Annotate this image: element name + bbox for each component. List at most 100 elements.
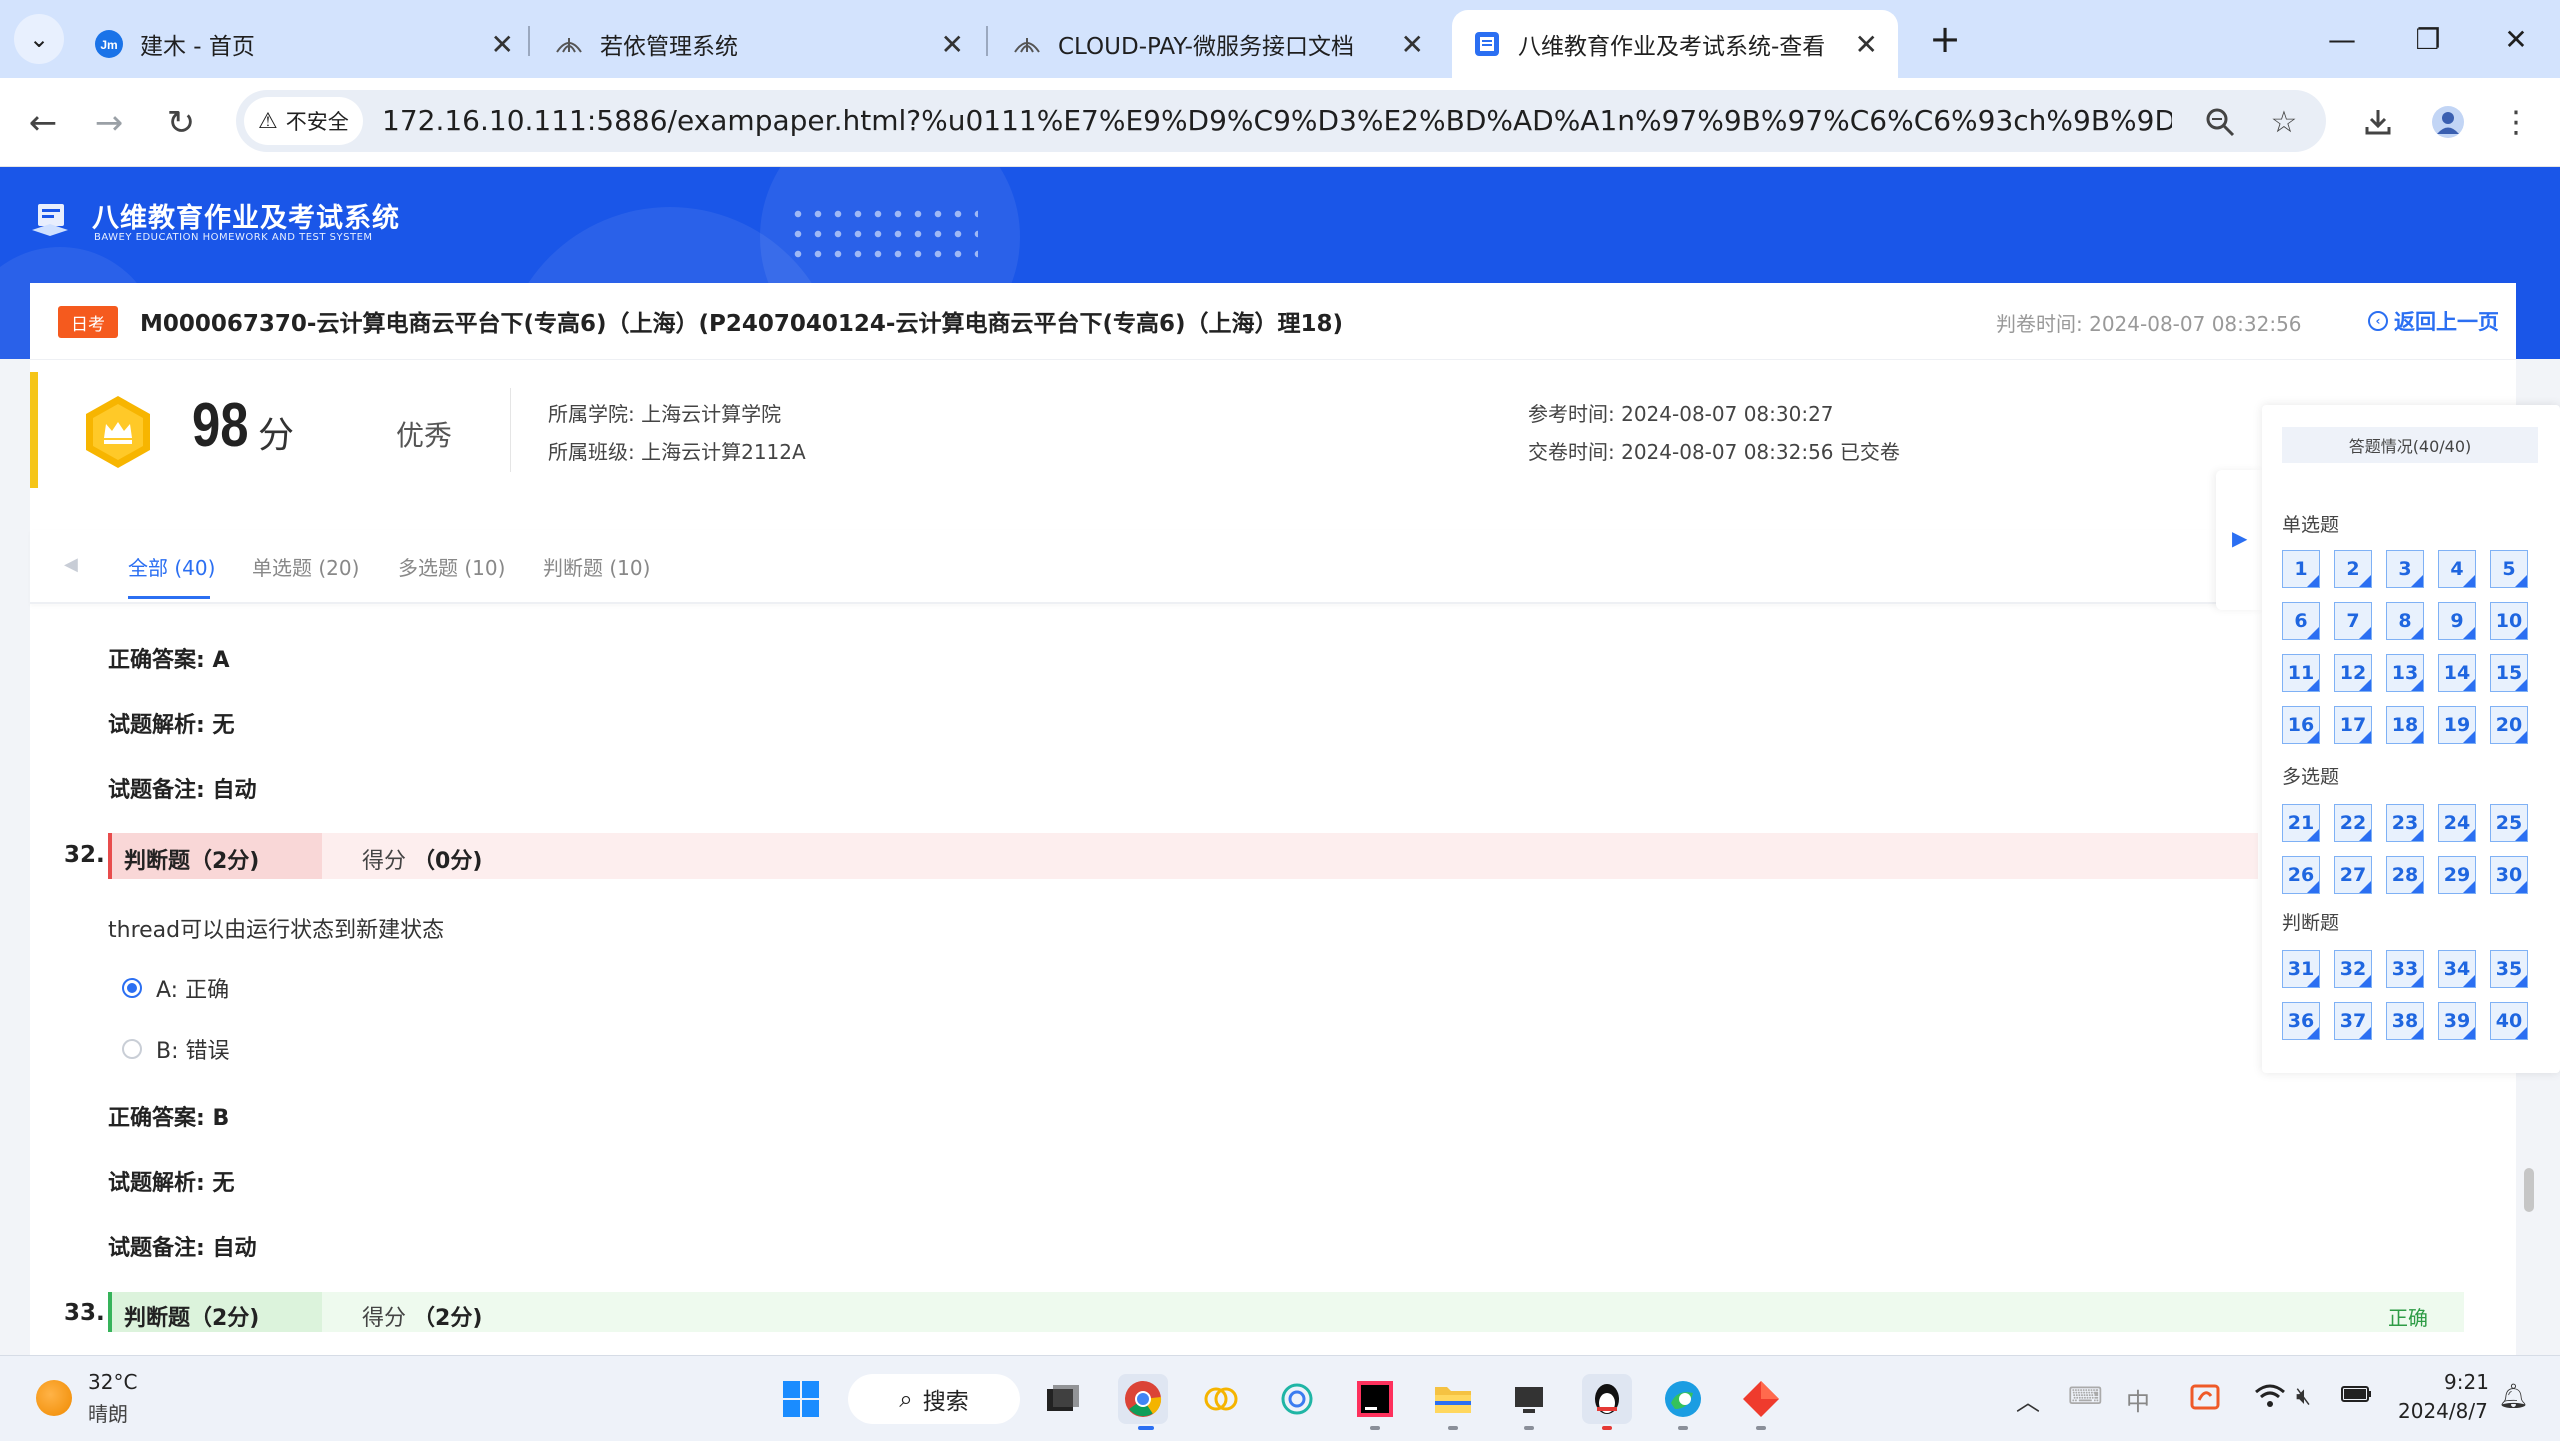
close-tab-icon[interactable]: ✕ <box>491 28 514 61</box>
show-hidden-icons-chevron-icon[interactable]: ︿ <box>2016 1382 2040 1417</box>
url-text[interactable]: 172.16.10.111:5886/exampaper.html?%u0111… <box>382 99 2172 143</box>
wifi-icon[interactable] <box>2254 1382 2286 1416</box>
sun-weather-icon[interactable] <box>36 1380 72 1416</box>
answer-sheet-number-36[interactable]: 36 <box>2282 1002 2320 1040</box>
answer-sheet-number-6[interactable]: 6 <box>2282 602 2320 640</box>
answer-sheet-number-28[interactable]: 28 <box>2386 856 2424 894</box>
answer-sheet-number-32[interactable]: 32 <box>2334 950 2372 988</box>
app-tray-icon[interactable] <box>2190 1382 2220 1418</box>
close-tab-icon[interactable]: ✕ <box>1855 28 1878 61</box>
answer-sheet-number-35[interactable]: 35 <box>2490 950 2528 988</box>
tab-single-choice[interactable]: 单选题 (20) <box>252 552 359 581</box>
answer-sheet-number-38[interactable]: 38 <box>2386 1002 2424 1040</box>
answer-sheet-number-2[interactable]: 2 <box>2334 550 2372 588</box>
page-scrollbar-thumb[interactable] <box>2524 1168 2534 1212</box>
back-arrow-icon[interactable]: ← <box>18 98 68 148</box>
answer-sheet-number-27[interactable]: 27 <box>2334 856 2372 894</box>
tab-prev-arrow-icon[interactable]: ◀ <box>64 554 78 575</box>
windows-start-icon[interactable] <box>776 1374 826 1424</box>
volume-muted-icon[interactable]: 🔇︎ <box>2296 1382 2311 1410</box>
answer-sheet-number-26[interactable]: 26 <box>2282 856 2320 894</box>
download-icon[interactable] <box>2352 96 2404 148</box>
notification-icon[interactable]: 🔔︎ <box>2498 1382 2528 1410</box>
answer-sheet-number-37[interactable]: 37 <box>2334 1002 2372 1040</box>
answer-sheet-number-34[interactable]: 34 <box>2438 950 2476 988</box>
ime-language[interactable]: 中 <box>2126 1382 2150 1417</box>
option-a[interactable]: A: 正确 <box>122 972 229 1004</box>
answer-sheet-number-7[interactable]: 7 <box>2334 602 2372 640</box>
answer-sheet-number-13[interactable]: 13 <box>2386 654 2424 692</box>
answer-sheet-number-19[interactable]: 19 <box>2438 706 2476 744</box>
app-spiral-icon[interactable] <box>1272 1374 1322 1424</box>
task-view-icon[interactable] <box>1038 1374 1088 1424</box>
answer-sheet-number-17[interactable]: 17 <box>2334 706 2372 744</box>
tab-true-false[interactable]: 判断题 (10) <box>543 552 650 581</box>
browser-tab-ruoyi[interactable]: 若依管理系统 ✕ <box>534 10 984 78</box>
app-rings-icon[interactable] <box>1196 1374 1246 1424</box>
answer-sheet-number-10[interactable]: 10 <box>2490 602 2528 640</box>
answer-sheet-number-9[interactable]: 9 <box>2438 602 2476 640</box>
answer-sheet-number-31[interactable]: 31 <box>2282 950 2320 988</box>
answer-sheet-number-22[interactable]: 22 <box>2334 804 2372 842</box>
battery-icon[interactable] <box>2340 1382 2374 1412</box>
taskbar-search[interactable]: ⌕ 搜索 <box>848 1374 1020 1424</box>
tab-search-dropdown-icon[interactable]: ⌄ <box>14 14 64 64</box>
answer-sheet-number-24[interactable]: 24 <box>2438 804 2476 842</box>
back-link[interactable]: ‹ 返回上一页 <box>2368 306 2499 336</box>
profile-avatar-icon[interactable] <box>2422 96 2474 148</box>
answer-sheet-number-33[interactable]: 33 <box>2386 950 2424 988</box>
answer-sheet-number-39[interactable]: 39 <box>2438 1002 2476 1040</box>
bookmark-star-icon[interactable]: ☆ <box>2258 96 2310 148</box>
answer-sheet-number-8[interactable]: 8 <box>2386 602 2424 640</box>
chrome-icon[interactable] <box>1118 1374 1168 1424</box>
tab-all[interactable]: 全部 (40) <box>128 552 215 581</box>
app-diamond-icon[interactable] <box>1736 1374 1786 1424</box>
new-tab-icon[interactable]: + <box>1920 14 1970 64</box>
minimize-icon[interactable]: — <box>2312 14 2372 64</box>
weather-temperature[interactable]: 32°C <box>88 1370 137 1394</box>
remote-desktop-icon[interactable] <box>1504 1374 1554 1424</box>
answer-sheet-number-21[interactable]: 21 <box>2282 804 2320 842</box>
zoom-icon[interactable] <box>2194 96 2246 148</box>
answer-sheet-number-3[interactable]: 3 <box>2386 550 2424 588</box>
site-info-chip[interactable]: ⚠ 不安全 <box>244 97 363 145</box>
answer-sheet-number-20[interactable]: 20 <box>2490 706 2528 744</box>
answer-sheet-number-15[interactable]: 15 <box>2490 654 2528 692</box>
clock-date[interactable]: 2024/8/7 <box>2398 1399 2488 1423</box>
answer-sheet-number-40[interactable]: 40 <box>2490 1002 2528 1040</box>
browser-tab-exam[interactable]: 八维教育作业及考试系统-查看 ✕ <box>1452 10 1898 78</box>
edge-icon[interactable] <box>1658 1374 1708 1424</box>
answer-sheet-number-25[interactable]: 25 <box>2490 804 2528 842</box>
answer-sheet-number-23[interactable]: 23 <box>2386 804 2424 842</box>
forward-arrow-icon[interactable]: → <box>84 98 134 148</box>
browser-tab-cloudpay[interactable]: CLOUD-PAY-微服务接口文档 ✕ <box>992 10 1444 78</box>
answer-sheet-number-29[interactable]: 29 <box>2438 856 2476 894</box>
tab-multi-choice[interactable]: 多选题 (10) <box>398 552 505 581</box>
answer-sheet-number-5[interactable]: 5 <box>2490 550 2528 588</box>
answer-sheet-number-12[interactable]: 12 <box>2334 654 2372 692</box>
caret-right-icon[interactable]: ▶ <box>2232 526 2247 550</box>
radio-icon[interactable] <box>122 1039 142 1059</box>
answer-sheet-number-30[interactable]: 30 <box>2490 856 2528 894</box>
answer-sheet-number-14[interactable]: 14 <box>2438 654 2476 692</box>
option-b[interactable]: B: 错误 <box>122 1033 230 1065</box>
clock-time[interactable]: 9:21 <box>2444 1370 2489 1394</box>
answer-sheet-number-11[interactable]: 11 <box>2282 654 2320 692</box>
answer-sheet-number-18[interactable]: 18 <box>2386 706 2424 744</box>
weather-condition[interactable]: 晴朗 <box>88 1398 128 1427</box>
close-window-icon[interactable]: ✕ <box>2486 14 2546 64</box>
restore-icon[interactable]: ❐ <box>2398 14 2458 64</box>
reload-icon[interactable]: ↻ <box>156 98 206 148</box>
answer-sheet-number-4[interactable]: 4 <box>2438 550 2476 588</box>
intellij-icon[interactable] <box>1350 1374 1400 1424</box>
radio-selected-icon[interactable] <box>122 978 142 998</box>
answer-sheet-number-1[interactable]: 1 <box>2282 550 2320 588</box>
answer-sheet-number-16[interactable]: 16 <box>2282 706 2320 744</box>
close-tab-icon[interactable]: ✕ <box>941 28 964 61</box>
more-menu-icon[interactable]: ⋮ <box>2490 96 2542 148</box>
file-explorer-icon[interactable] <box>1428 1374 1478 1424</box>
qq-penguin-icon[interactable] <box>1582 1374 1632 1424</box>
input-method-icon[interactable]: ⌨ <box>2068 1382 2103 1410</box>
browser-tab-jianmu[interactable]: Jm 建木 - 首页 ✕ <box>74 10 534 78</box>
close-tab-icon[interactable]: ✕ <box>1401 28 1424 61</box>
